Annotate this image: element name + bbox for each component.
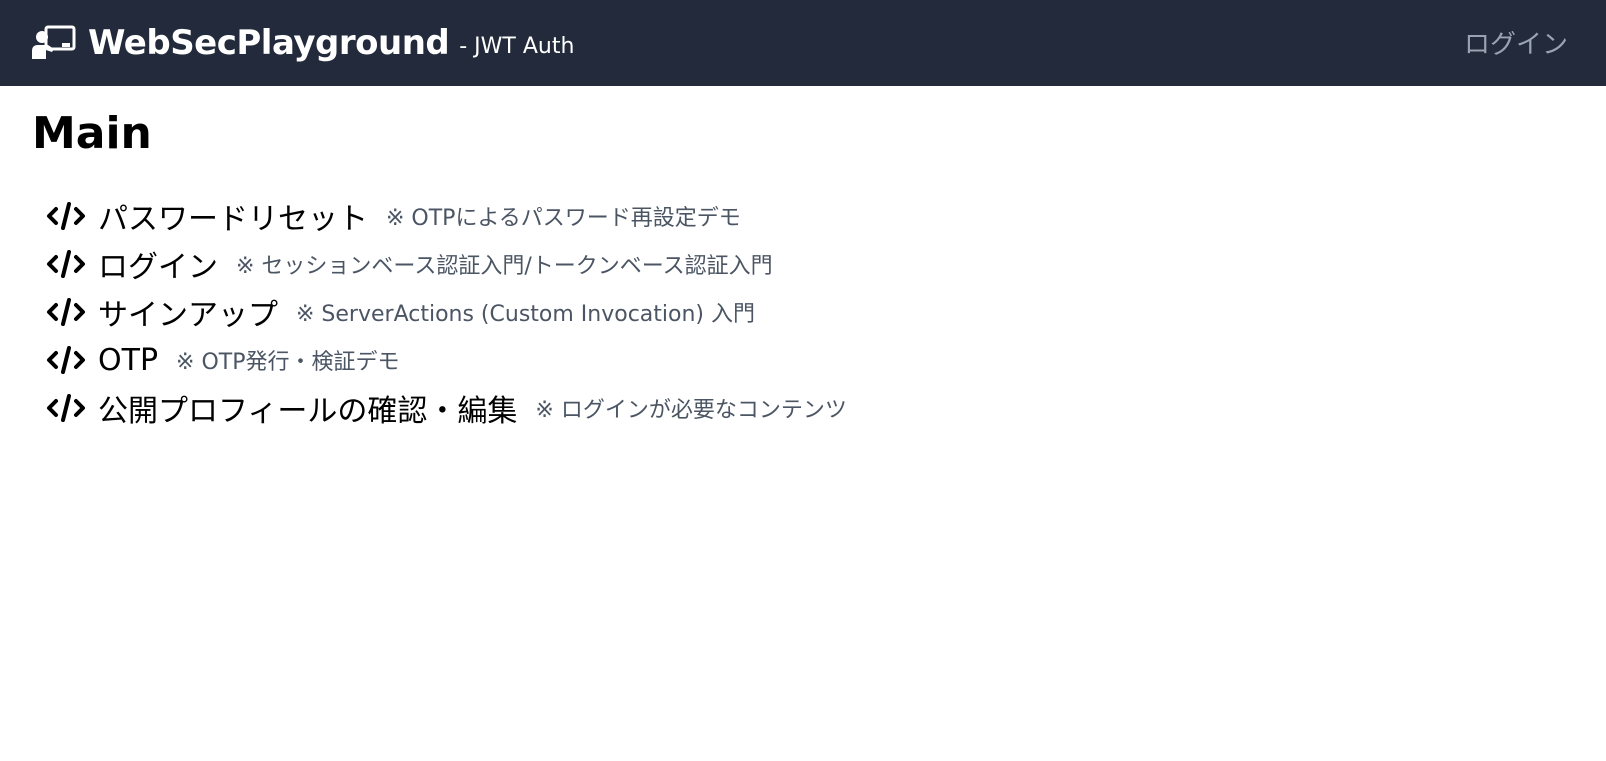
brand-link[interactable]: WebSecPlayground - JWT Auth bbox=[32, 23, 574, 63]
presentation-teacher-icon bbox=[32, 25, 76, 59]
login-page-link[interactable]: ログイン bbox=[98, 242, 218, 286]
code-icon bbox=[47, 394, 85, 422]
code-icon bbox=[47, 202, 85, 230]
feature-list: パスワードリセット ※ OTPによるパスワード再設定デモ ログイン ※ セッショ… bbox=[32, 192, 1532, 432]
profile-note: ※ ログインが必要なコンテンツ bbox=[535, 398, 847, 423]
list-item-profile: 公開プロフィールの確認・編集 ※ ログインが必要なコンテンツ bbox=[46, 384, 1532, 432]
code-icon bbox=[47, 298, 85, 326]
login-link[interactable]: ログイン bbox=[1464, 24, 1568, 61]
list-item-otp: OTP ※ OTP発行・検証デモ bbox=[46, 336, 1532, 384]
signup-link[interactable]: サインアップ bbox=[98, 290, 278, 334]
brand-name: WebSecPlayground bbox=[88, 23, 450, 63]
password-reset-note: ※ OTPによるパスワード再設定デモ bbox=[386, 206, 741, 231]
otp-link[interactable]: OTP bbox=[98, 343, 158, 378]
page-title: Main bbox=[32, 108, 152, 159]
code-icon bbox=[47, 346, 85, 374]
list-item-signup: サインアップ ※ ServerActions (Custom Invocatio… bbox=[46, 288, 1532, 336]
password-reset-link[interactable]: パスワードリセット bbox=[98, 194, 368, 238]
profile-link[interactable]: 公開プロフィールの確認・編集 bbox=[98, 386, 517, 430]
top-navbar: WebSecPlayground - JWT Auth ログイン bbox=[0, 0, 1606, 86]
brand-subtitle: - JWT Auth bbox=[459, 33, 575, 59]
signup-note: ※ ServerActions (Custom Invocation) 入門 bbox=[296, 302, 755, 327]
main-content: Main パスワードリセット ※ OTPによるパスワード再設定デモ ログイン ※… bbox=[32, 104, 1532, 432]
code-icon bbox=[47, 250, 85, 278]
login-note: ※ セッションベース認証入門/トークンベース認証入門 bbox=[236, 254, 773, 279]
list-item-login: ログイン ※ セッションベース認証入門/トークンベース認証入門 bbox=[46, 240, 1532, 288]
otp-note: ※ OTP発行・検証デモ bbox=[176, 350, 400, 375]
list-item-password-reset: パスワードリセット ※ OTPによるパスワード再設定デモ bbox=[46, 192, 1532, 240]
